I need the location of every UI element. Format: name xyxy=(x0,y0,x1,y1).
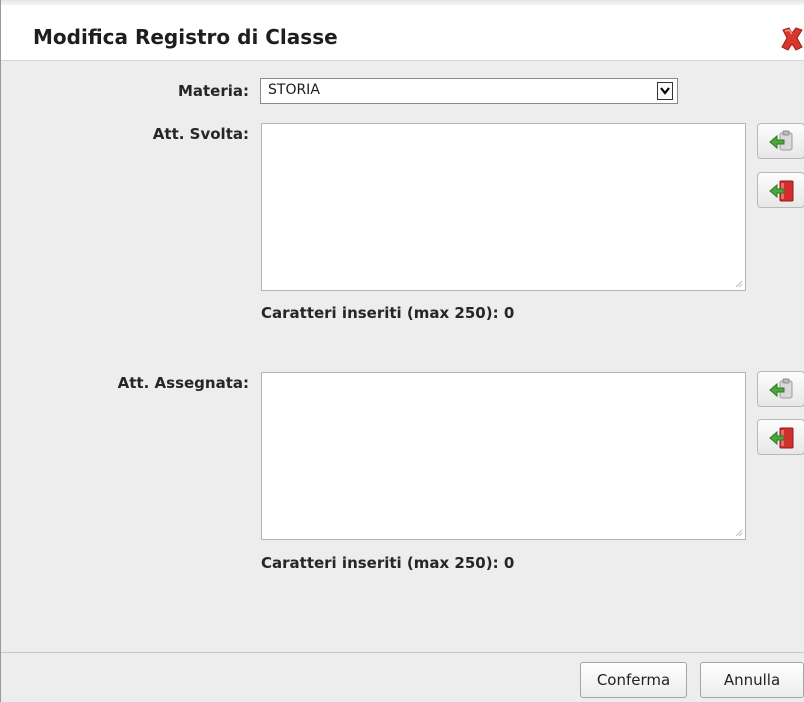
att-svolta-insert-book-button[interactable] xyxy=(757,172,804,208)
confirm-button[interactable]: Conferma xyxy=(580,662,687,698)
att-assegnata-insert-book-button[interactable] xyxy=(757,419,804,455)
att-assegnata-label: Att. Assegnata: xyxy=(117,374,249,392)
chevron-down-icon[interactable] xyxy=(657,82,673,100)
att-assegnata-insert-text-button[interactable] xyxy=(757,371,804,407)
insert-from-book-icon xyxy=(769,427,794,449)
edit-class-register-dialog: Modifica Registro di Classe Materia: STO… xyxy=(0,0,804,702)
att-svolta-char-counter: Caratteri inseriti (max 250): 0 xyxy=(261,304,515,322)
att-assegnata-textarea[interactable] xyxy=(261,372,746,540)
resize-grip-icon[interactable] xyxy=(734,279,743,288)
dialog-footer: Conferma Annulla xyxy=(1,652,804,702)
materia-selected-value: STORIA xyxy=(268,82,320,98)
att-svolta-insert-text-button[interactable] xyxy=(757,123,804,159)
att-svolta-textarea[interactable] xyxy=(261,123,746,291)
insert-from-clipboard-icon xyxy=(769,378,793,399)
materia-select[interactable]: STORIA xyxy=(260,78,678,104)
resize-grip-icon[interactable] xyxy=(734,528,743,537)
insert-from-clipboard-icon xyxy=(769,130,793,151)
insert-from-book-icon xyxy=(769,180,794,202)
cancel-button[interactable]: Annulla xyxy=(700,662,804,698)
close-x-icon[interactable] xyxy=(779,25,804,53)
att-assegnata-char-counter: Caratteri inseriti (max 250): 0 xyxy=(261,554,515,572)
dialog-header: Modifica Registro di Classe xyxy=(1,5,804,61)
dialog-title: Modifica Registro di Classe xyxy=(33,25,338,49)
materia-label: Materia: xyxy=(177,82,249,100)
att-svolta-label: Att. Svolta: xyxy=(152,125,249,143)
